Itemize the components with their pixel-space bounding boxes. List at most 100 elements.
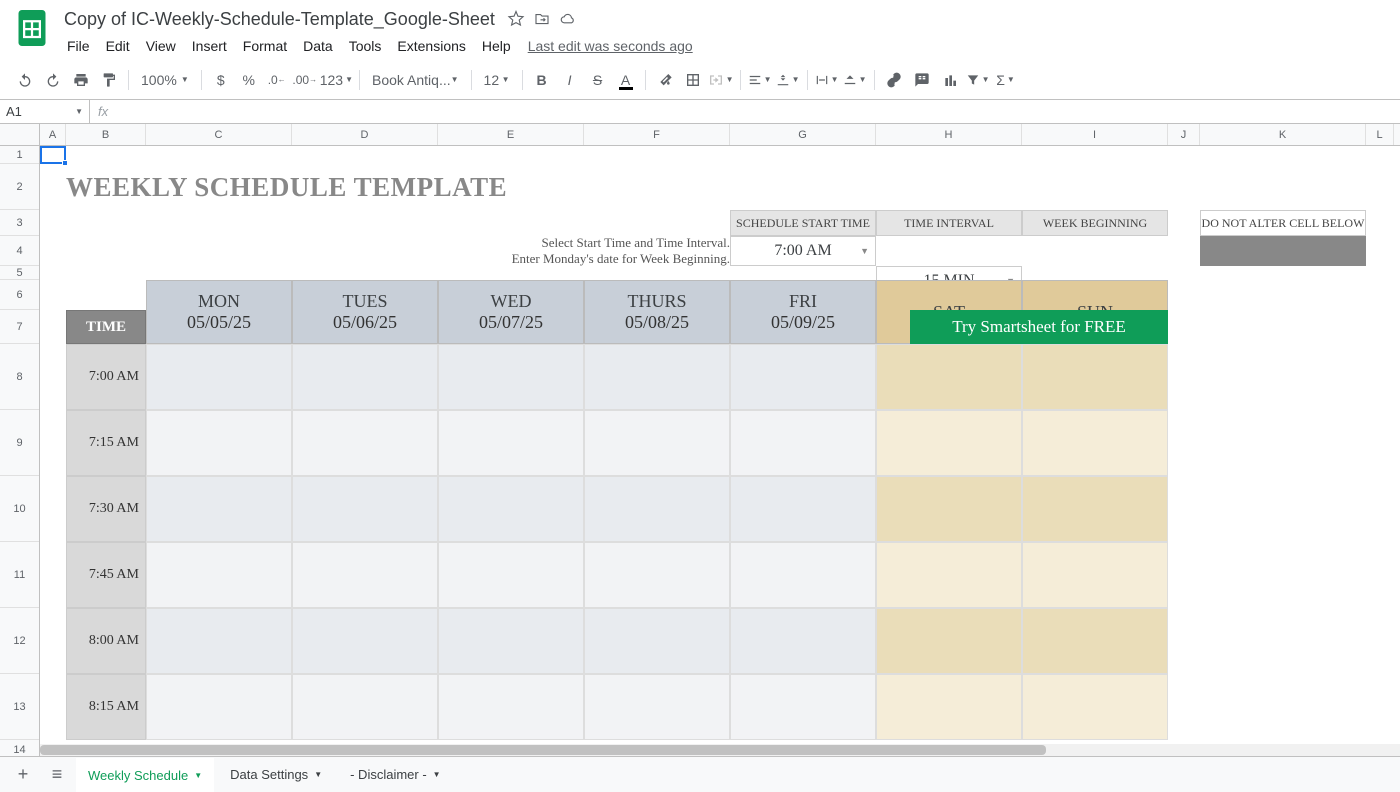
move-icon[interactable] xyxy=(533,10,551,28)
menu-view[interactable]: View xyxy=(139,34,183,58)
slot[interactable] xyxy=(584,344,730,410)
selected-cell[interactable] xyxy=(40,146,66,164)
rotate-button[interactable]: ▼ xyxy=(842,67,868,93)
slot[interactable] xyxy=(876,344,1022,410)
col-header-K[interactable]: K xyxy=(1200,124,1366,145)
slot[interactable] xyxy=(146,344,292,410)
chart-button[interactable] xyxy=(937,67,963,93)
decrease-decimal-button[interactable]: .0← xyxy=(264,67,290,93)
col-header-F[interactable]: F xyxy=(584,124,730,145)
slot[interactable] xyxy=(584,674,730,740)
slot[interactable] xyxy=(292,608,438,674)
doc-title[interactable]: Copy of IC-Weekly-Schedule-Template_Goog… xyxy=(60,7,499,32)
fill-color-button[interactable] xyxy=(652,67,678,93)
slot[interactable] xyxy=(584,608,730,674)
menu-data[interactable]: Data xyxy=(296,34,340,58)
col-header-C[interactable]: C xyxy=(146,124,292,145)
slot[interactable] xyxy=(1022,344,1168,410)
borders-button[interactable] xyxy=(680,67,706,93)
menu-file[interactable]: File xyxy=(60,34,97,58)
slot[interactable] xyxy=(1022,608,1168,674)
row-header-8[interactable]: 8 xyxy=(0,344,39,410)
col-header-A[interactable]: A xyxy=(40,124,66,145)
undo-button[interactable] xyxy=(12,67,38,93)
zoom-select[interactable]: 100%▼ xyxy=(135,67,195,93)
row-header-10[interactable]: 10 xyxy=(0,476,39,542)
col-header-L[interactable]: L xyxy=(1366,124,1394,145)
slot[interactable] xyxy=(292,542,438,608)
functions-button[interactable]: Σ▼ xyxy=(993,67,1019,93)
h-align-button[interactable]: ▼ xyxy=(747,67,773,93)
slot[interactable] xyxy=(584,542,730,608)
col-header-D[interactable]: D xyxy=(292,124,438,145)
slot[interactable] xyxy=(876,674,1022,740)
cloud-icon[interactable] xyxy=(559,10,577,28)
percent-button[interactable]: % xyxy=(236,67,262,93)
slot[interactable] xyxy=(876,608,1022,674)
star-icon[interactable] xyxy=(507,10,525,28)
redo-button[interactable] xyxy=(40,67,66,93)
menu-edit[interactable]: Edit xyxy=(99,34,137,58)
slot[interactable] xyxy=(876,542,1022,608)
slot[interactable] xyxy=(146,410,292,476)
slot[interactable] xyxy=(438,344,584,410)
slot[interactable] xyxy=(146,608,292,674)
smartsheet-promo[interactable]: Try Smartsheet for FREE xyxy=(910,310,1168,344)
last-edit-link[interactable]: Last edit was seconds ago xyxy=(528,38,693,54)
row-header-2[interactable]: 2 xyxy=(0,164,39,210)
row-header-7[interactable]: 7 xyxy=(0,310,39,344)
text-color-button[interactable]: A xyxy=(613,67,639,93)
bold-button[interactable]: B xyxy=(529,67,555,93)
all-sheets-button[interactable]: ≡ xyxy=(42,760,72,790)
slot[interactable] xyxy=(730,410,876,476)
font-size-select[interactable]: 12▼ xyxy=(478,67,516,93)
row-header-13[interactable]: 13 xyxy=(0,674,39,740)
row-header-4[interactable]: 4 xyxy=(0,236,39,266)
paint-format-button[interactable] xyxy=(96,67,122,93)
strike-button[interactable]: S xyxy=(585,67,611,93)
comment-button[interactable] xyxy=(909,67,935,93)
font-select[interactable]: Book Antiq...▼ xyxy=(366,67,465,93)
filter-button[interactable]: ▼ xyxy=(965,67,991,93)
print-button[interactable] xyxy=(68,67,94,93)
slot[interactable] xyxy=(438,542,584,608)
menu-help[interactable]: Help xyxy=(475,34,518,58)
slot[interactable] xyxy=(438,410,584,476)
sheets-logo[interactable] xyxy=(12,8,52,48)
slot[interactable] xyxy=(730,542,876,608)
slot[interactable] xyxy=(292,476,438,542)
slot[interactable] xyxy=(146,476,292,542)
slot[interactable] xyxy=(146,674,292,740)
slot[interactable] xyxy=(146,542,292,608)
col-header-E[interactable]: E xyxy=(438,124,584,145)
slot[interactable] xyxy=(292,410,438,476)
merge-button[interactable]: ▼ xyxy=(708,67,734,93)
slot[interactable] xyxy=(1022,476,1168,542)
menu-format[interactable]: Format xyxy=(236,34,294,58)
sheet-tab-disclaimer[interactable]: - Disclaimer -▼ xyxy=(338,758,452,792)
slot[interactable] xyxy=(438,608,584,674)
link-button[interactable] xyxy=(881,67,907,93)
increase-decimal-button[interactable]: .00→ xyxy=(292,67,318,93)
horizontal-scrollbar[interactable] xyxy=(40,744,1400,756)
slot[interactable] xyxy=(730,608,876,674)
slot[interactable] xyxy=(438,674,584,740)
slot[interactable] xyxy=(730,476,876,542)
slot[interactable] xyxy=(292,344,438,410)
name-box[interactable]: A1▼ xyxy=(0,100,90,123)
row-header-9[interactable]: 9 xyxy=(0,410,39,476)
cfg-val-0[interactable]: 7:00 AM▼ xyxy=(730,236,876,266)
slot[interactable] xyxy=(730,344,876,410)
row-header-11[interactable]: 11 xyxy=(0,542,39,608)
slot[interactable] xyxy=(1022,542,1168,608)
slot[interactable] xyxy=(1022,410,1168,476)
col-header-J[interactable]: J xyxy=(1168,124,1200,145)
slot[interactable] xyxy=(1022,674,1168,740)
row-header-6[interactable]: 6 xyxy=(0,280,39,310)
col-header-I[interactable]: I xyxy=(1022,124,1168,145)
slot[interactable] xyxy=(584,476,730,542)
slot[interactable] xyxy=(438,476,584,542)
select-all-corner[interactable] xyxy=(0,124,40,145)
wrap-button[interactable]: ▼ xyxy=(814,67,840,93)
more-formats-button[interactable]: 123▼ xyxy=(320,67,353,93)
